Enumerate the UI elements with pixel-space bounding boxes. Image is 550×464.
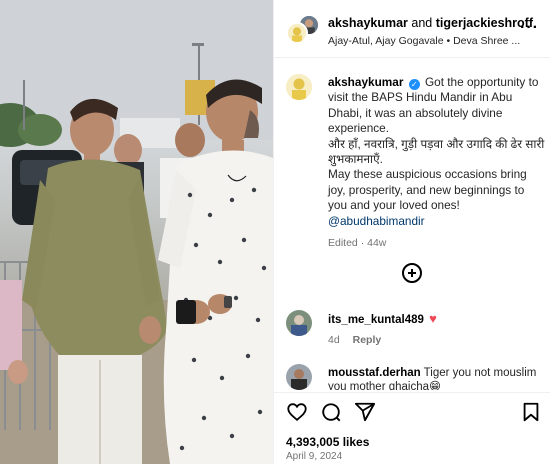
comment-content: mousstaf.derhan Tiger you not mouslim yo… (328, 366, 540, 390)
post-date: April 9, 2024 (286, 451, 343, 462)
caption-mention-link[interactable]: @abudhabimandir (328, 214, 425, 228)
post-header: akshaykumar and tigerjackieshroff Ajay-A… (274, 0, 550, 58)
comment-item: mousstaf.derhan Tiger you not mouslim yo… (286, 364, 544, 390)
collab-avatars[interactable] (286, 14, 320, 46)
verified-badge-icon: ✓ (408, 79, 420, 90)
caption-wish: May these auspicious occasions bring joy… (328, 167, 527, 213)
plus-circle-icon[interactable] (402, 263, 422, 283)
commenter-avatar[interactable] (286, 364, 312, 390)
comment-username[interactable]: mousstaf.derhan (328, 367, 421, 379)
post-details-panel: akshaykumar and tigerjackieshroff Ajay-A… (273, 0, 550, 464)
post-photo[interactable] (0, 0, 273, 464)
post-actions-bar: 4,393,005 likes April 9, 2024 (274, 392, 550, 464)
likes-count[interactable]: 4,393,005 likes (286, 435, 369, 449)
comment-time: 4d (328, 334, 340, 346)
caption-avatar[interactable] (286, 74, 312, 100)
caption-edited-time: Edited · 44w (328, 237, 387, 250)
more-options-icon[interactable]: ··· (520, 20, 539, 36)
caption-text-block: akshaykumar ✓ Got the opportunity to vis… (328, 75, 546, 251)
comment-icon[interactable] (320, 401, 342, 423)
red-heart-emoji-icon: ♥ (429, 311, 437, 326)
authors-joiner: and (411, 16, 433, 30)
share-icon[interactable] (354, 401, 376, 423)
comment-meta: 4d Reply (328, 334, 381, 346)
commenter-avatar[interactable] (286, 310, 312, 336)
caption-hindi: और हाँ, नवरात्रि, गुड़ी पड़वा और उगादि क… (328, 136, 545, 167)
caption-username[interactable]: akshaykumar (328, 75, 403, 89)
audio-attribution[interactable]: Ajay-Atul, Ajay Gogavale • Deva Shree ..… (328, 35, 544, 47)
reply-button[interactable]: Reply (353, 334, 382, 346)
akshaykumar-avatar[interactable] (286, 22, 308, 44)
heart-icon[interactable] (286, 401, 308, 423)
author-username-1[interactable]: akshaykumar (328, 16, 408, 30)
comment-username[interactable]: its_me_kuntal489 (328, 314, 424, 326)
author-username-2[interactable]: tigerjackieshroff (436, 16, 533, 30)
comment-content: its_me_kuntal489 ♥ (328, 312, 540, 327)
post-photo-illustration (0, 0, 273, 464)
bookmark-icon[interactable] (520, 401, 542, 423)
post-authors: akshaykumar and tigerjackieshroff (328, 16, 533, 30)
